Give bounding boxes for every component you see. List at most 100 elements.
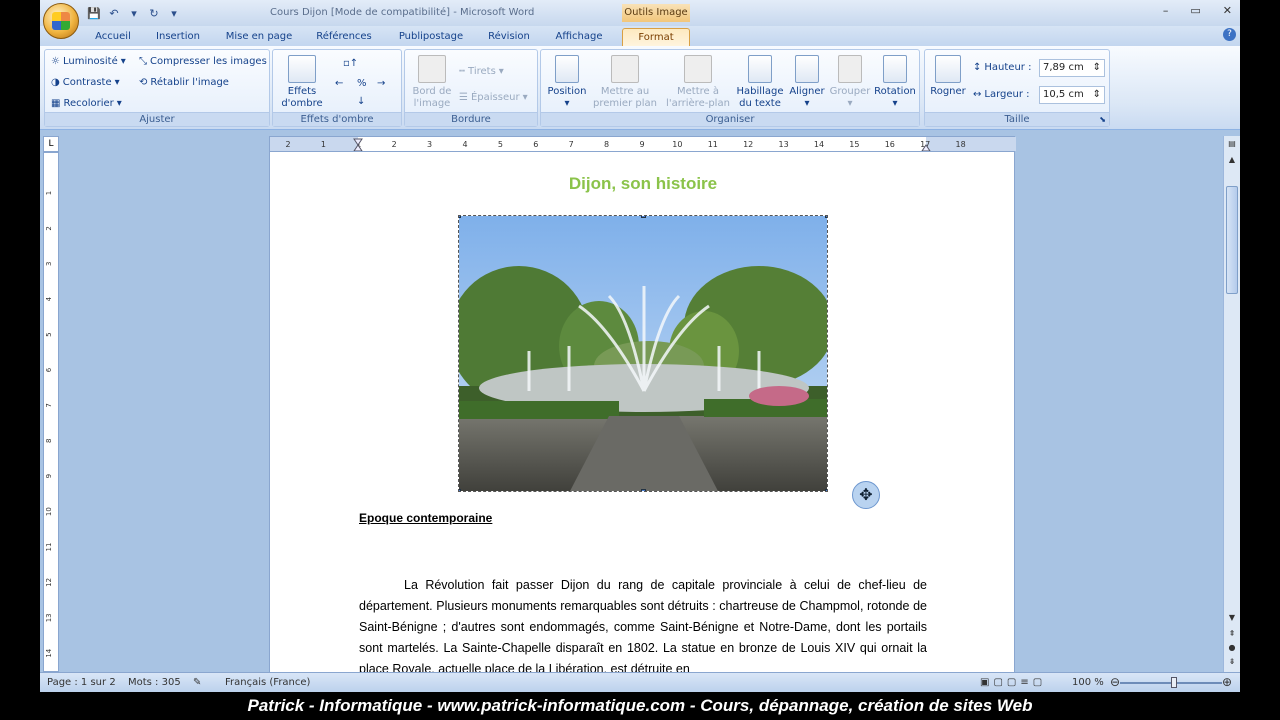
chevron-down-icon: ▾ [116,98,122,109]
title-bar: 💾 ↶ ▾ ↻ ▾ Cours Dijon [Mode de compatibi… [40,0,1240,39]
bord-image-button[interactable]: Bord de l'image [409,55,455,110]
recolorier-button[interactable]: ▦ Recolorier ▾ [51,98,122,109]
spinner-icon[interactable]: ⇕ [1093,60,1101,76]
tab-insertion[interactable]: Insertion [150,28,206,46]
close-button[interactable]: ✕ [1223,4,1232,17]
tab-selector[interactable]: L [43,136,59,152]
shadow-toggle-icon[interactable]: % [357,78,367,89]
zoom-level[interactable]: 100 % [1072,677,1104,688]
resize-handle[interactable] [641,489,646,491]
scroll-down-icon[interactable]: ▼ [1226,612,1238,624]
spinner-icon[interactable]: ⇕ [1093,87,1101,103]
word-count[interactable]: Mots : 305 [128,677,181,688]
ruler-tick-label: 12 [743,140,753,149]
office-button[interactable] [43,3,79,39]
tab-mise-en-page[interactable]: Mise en page [220,28,298,46]
tab-format[interactable]: Format [622,28,690,46]
chevron-down-icon: ▾ [892,98,898,109]
ruler-tick-label: 13 [779,140,789,149]
undo-icon[interactable]: ↶ [106,5,122,21]
effets-ombre-button[interactable]: Effets d'ombre [277,55,327,110]
habillage-texte-button[interactable]: Habillage du texte [735,55,785,110]
contraste-button[interactable]: ◑ Contraste ▾ [51,77,120,88]
largeur-input[interactable]: 10,5 cm ⇕ [1039,86,1105,104]
zoom-slider-thumb[interactable] [1171,677,1177,688]
view-buttons[interactable]: ▣▢▢≡▢ [980,677,1046,688]
tirets-button[interactable]: ┅ Tirets ▾ [459,66,504,77]
resize-handle[interactable] [459,216,461,218]
page-count[interactable]: Page : 1 sur 2 [47,677,116,688]
body-paragraph[interactable]: La Révolution fait passer Dijon du rang … [359,575,927,680]
group-effets-ombre: Effets d'ombre ▫↑ ← % → ↓ Effets d'ombre [272,49,402,127]
luminosite-button[interactable]: ☼ Luminosité ▾ [51,56,126,67]
help-icon[interactable]: ? [1223,28,1236,41]
epaisseur-button[interactable]: ☰ Épaisseur ▾ [459,92,528,103]
v-ruler-tick-label: 14 [45,648,53,657]
video-footer-banner: Patrick - Informatique - www.patrick-inf… [0,692,1280,720]
minimize-button[interactable]: – [1163,4,1169,17]
hauteur-input[interactable]: 7,89 cm ⇕ [1039,59,1105,77]
ruler-tick-label: 9 [639,140,644,149]
maximize-button[interactable]: ▭ [1190,4,1200,17]
rogner-button[interactable]: Rogner [927,55,969,98]
tab-revision[interactable]: Révision [482,28,536,46]
resize-handle[interactable] [825,216,827,218]
quick-access-toolbar: 💾 ↶ ▾ ↻ ▾ [86,4,182,22]
zoom-out-icon[interactable]: ⊖ [1110,675,1120,689]
scroll-thumb[interactable] [1226,186,1238,294]
zoom-in-icon[interactable]: ⊕ [1222,675,1232,689]
width-icon: ↔ [973,89,982,100]
undo-dropdown-icon[interactable]: ▾ [126,5,142,21]
vertical-ruler[interactable]: 1 2 3 4 5 6 7 8 9 10 11 12 13 14 [43,152,59,672]
horizontal-ruler[interactable]: 21123456789101112131415161718 [269,136,1016,152]
save-icon[interactable]: 💾 [86,5,102,21]
tab-references[interactable]: Références [312,28,376,46]
group-title: Bordure [405,112,537,126]
document-page[interactable]: Dijon, son histoire ✥ Epoque contemporai… [269,152,1016,676]
group-ajuster: ☼ Luminosité ▾ ◑ Contraste ▾ ▦ Recolorier ▾ ⤡ C… [44,49,270,127]
dialog-launcher-icon[interactable]: ⬊ [1099,115,1106,124]
weight-icon: ☰ [459,92,468,103]
compresser-images-button[interactable]: ⤡ Compresser les images [139,56,267,67]
position-button[interactable]: Position ▾ [543,55,591,110]
picture-border-icon [418,55,446,83]
ruler-tick-label: 2 [285,140,290,149]
hauteur-label: ↕ Hauteur : [973,62,1032,73]
selected-picture[interactable] [458,215,828,492]
v-ruler-tick-label: 3 [45,262,53,266]
customize-qat-icon[interactable]: ▾ [166,5,182,21]
ruler-toggle-icon[interactable]: ▤ [1226,138,1238,150]
document-title[interactable]: Dijon, son histoire [270,174,1016,194]
nudge-shadow-down-icon[interactable]: ↓ [357,96,365,107]
rotation-button[interactable]: Rotation ▾ [873,55,917,110]
grouper-button[interactable]: Grouper ▾ [829,55,871,110]
next-page-icon[interactable]: ⇟ [1226,656,1238,668]
section-heading[interactable]: Epoque contemporaine [359,511,492,525]
premier-plan-button[interactable]: Mettre au premier plan [591,55,659,110]
resize-handle[interactable] [641,216,646,218]
ruler-ticks: 21123456789101112131415161718 [270,137,1016,151]
proofing-icon[interactable]: ✎ [193,677,201,688]
tab-accueil[interactable]: Accueil [88,28,138,46]
redo-icon[interactable]: ↻ [146,5,162,21]
nudge-shadow-right-icon[interactable]: → [377,78,385,89]
nudge-shadow-left-icon[interactable]: ← [335,78,343,89]
tab-affichage[interactable]: Affichage [548,28,610,46]
vertical-scrollbar[interactable]: ▤ ▲ ▼ ⇞ ● ⇟ [1223,136,1240,672]
browse-object-icon[interactable]: ● [1226,642,1238,654]
resize-handle[interactable] [825,489,827,491]
tab-publipostage[interactable]: Publipostage [390,28,472,46]
aligner-button[interactable]: Aligner ▾ [787,55,827,110]
context-tab-label: Outils Image [622,4,690,22]
previous-page-icon[interactable]: ⇞ [1226,628,1238,640]
ribbon: ☼ Luminosité ▾ ◑ Contraste ▾ ▦ Recolorier ▾ ⤡ C… [40,46,1240,130]
reset-picture-icon: ⟲ [139,77,148,88]
scroll-up-icon[interactable]: ▲ [1226,154,1238,166]
resize-handle[interactable] [459,489,461,491]
nudge-shadow-up-icon[interactable]: ▫↑ [343,58,358,69]
arriere-plan-button[interactable]: Mettre à l'arrière-plan [663,55,733,110]
compress-icon: ⤡ [139,56,147,67]
language-indicator[interactable]: Français (France) [225,677,310,688]
ruler-tick-label: 18 [956,140,966,149]
retablir-image-button[interactable]: ⟲ Rétablir l'image [139,77,229,88]
